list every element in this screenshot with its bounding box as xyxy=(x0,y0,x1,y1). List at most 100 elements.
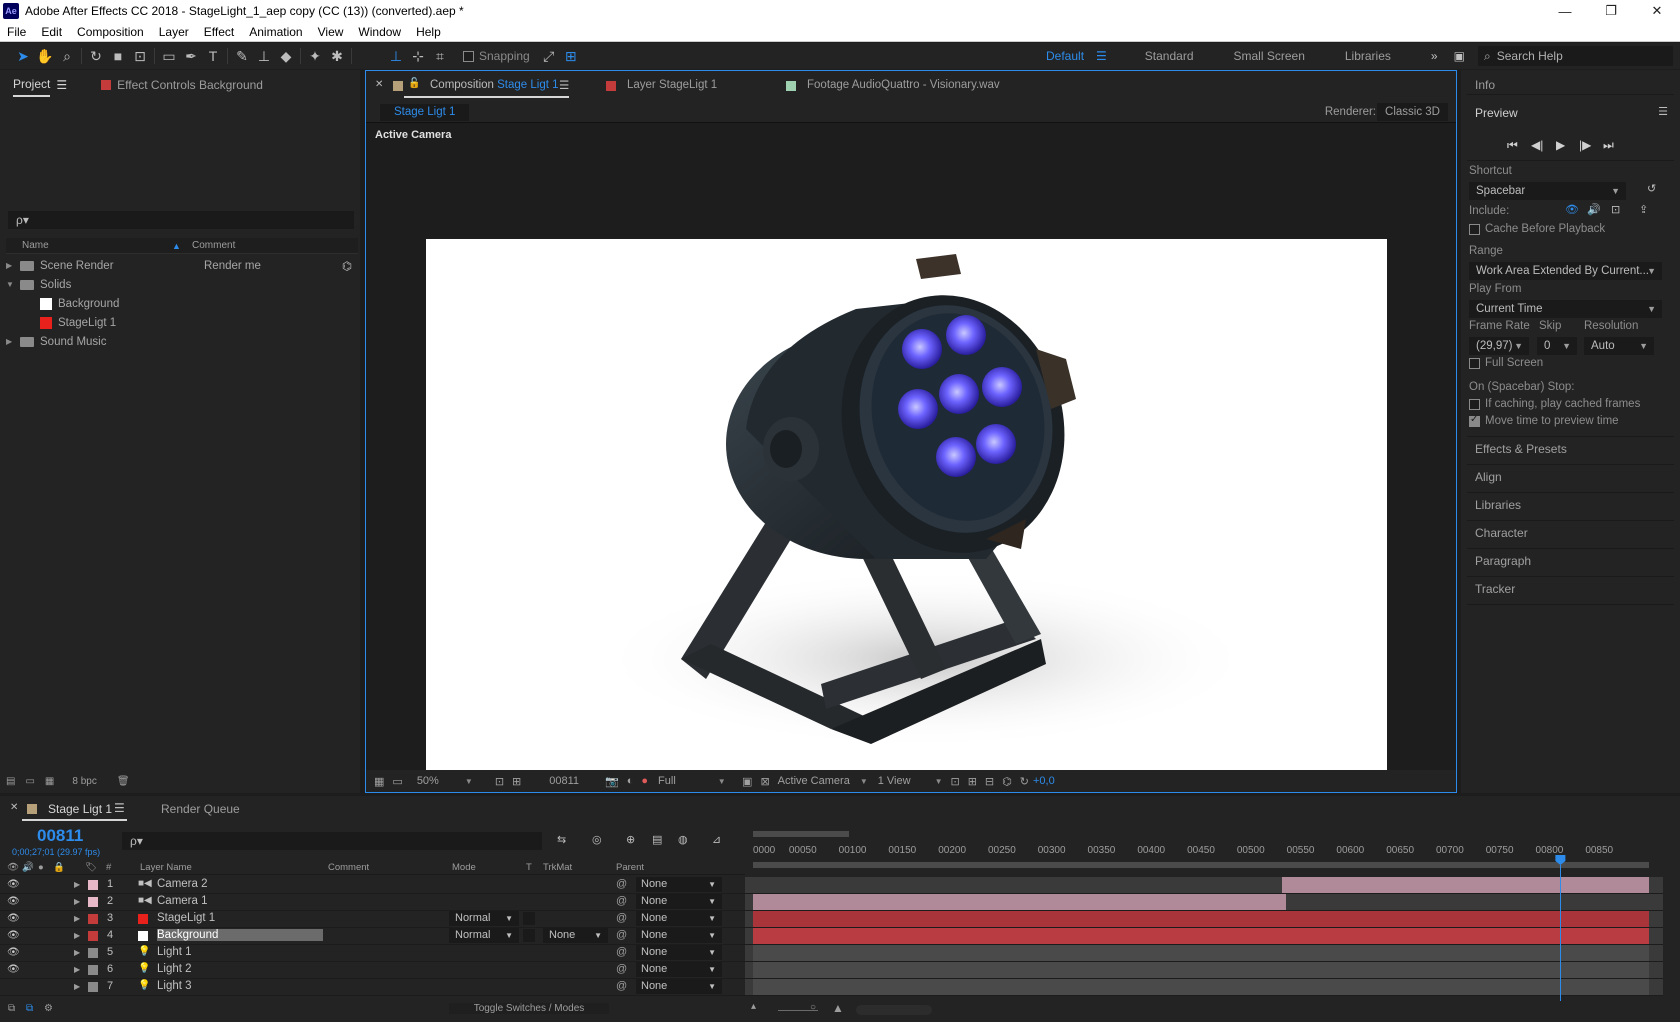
menu-help[interactable]: Help xyxy=(409,25,449,39)
project-item[interactable]: ▼ Solids xyxy=(0,275,360,294)
timeline-tab-menu-icon[interactable]: ☰ xyxy=(114,801,125,815)
render-queue-tab[interactable]: Render Queue xyxy=(161,802,240,816)
transfer-controls-toggle-icon[interactable]: ⧉ xyxy=(26,1003,33,1014)
expand-layer-arrow-icon[interactable]: ▶ xyxy=(74,914,80,923)
always-preview-icon[interactable]: ▦ xyxy=(374,775,384,788)
layer-label-color[interactable] xyxy=(88,982,98,992)
skip-dropdown[interactable]: 0 ▼ xyxy=(1537,337,1577,355)
reset-shortcut-icon[interactable]: ↺ xyxy=(1647,182,1656,195)
full-screen-checkbox[interactable]: Full Screen xyxy=(1469,357,1543,369)
tab-menu-icon[interactable]: ☰ xyxy=(559,78,569,92)
menu-edit[interactable]: Edit xyxy=(34,25,70,39)
lock-icon[interactable]: 🔓 xyxy=(408,78,420,89)
rotate-tool-icon[interactable]: ↻ xyxy=(85,45,107,67)
workspace-small-screen[interactable]: Small Screen xyxy=(1234,49,1305,63)
current-timecode[interactable]: 00811 xyxy=(37,826,83,846)
range-dropdown[interactable]: Work Area Extended By Current... ▼ xyxy=(1469,262,1662,280)
expand-layer-arrow-icon[interactable]: ▶ xyxy=(74,965,80,974)
time-navigator-bar[interactable] xyxy=(753,831,849,837)
layer-name[interactable]: Camera 1 xyxy=(157,895,208,907)
layer-label-color[interactable] xyxy=(88,948,98,958)
fast-previews-icon[interactable]: ⊞ xyxy=(968,775,977,788)
parent-dropdown[interactable]: None ▼ xyxy=(636,962,722,977)
timeline-layer-row[interactable]: 👁 ▶ 5 💡 Light 1 @ None ▼ xyxy=(0,945,745,962)
view-layout-dropdown[interactable]: 1 View ▼ xyxy=(878,775,943,787)
timeline-comp-tab[interactable]: Stage Ligt 1 xyxy=(48,802,112,816)
frame-rate-dropdown[interactable]: (29,97) ▼ xyxy=(1469,337,1529,355)
flowchart-icon[interactable]: ⌬ xyxy=(1002,775,1012,788)
world-axis-mode-icon[interactable]: ⊹ xyxy=(407,45,429,67)
project-item[interactable]: ▶ Sound Music xyxy=(0,332,360,351)
comment-column-header[interactable]: Comment xyxy=(192,240,235,251)
paragraph-panel[interactable]: Paragraph xyxy=(1475,554,1531,568)
full-screen-box[interactable] xyxy=(1469,357,1480,369)
menu-animation[interactable]: Animation xyxy=(242,25,310,39)
play-from-dropdown[interactable]: Current Time ▼ xyxy=(1469,300,1662,318)
expanded-arrow-icon[interactable]: ▼ xyxy=(6,280,16,289)
show-snapshot-icon[interactable]: ◐ xyxy=(627,775,634,787)
resolution-dropdown[interactable]: Full ▼ xyxy=(658,775,728,787)
layer-duration-bar[interactable] xyxy=(753,928,1649,944)
collapsed-arrow-icon[interactable]: ▶ xyxy=(6,337,16,346)
preserve-transparency-toggle[interactable] xyxy=(523,929,535,942)
layer-duration-bar[interactable] xyxy=(753,894,1287,910)
visibility-eye-icon[interactable]: 👁 xyxy=(7,879,20,890)
more-workspaces-icon[interactable]: » xyxy=(1431,49,1438,63)
zoom-out-icon[interactable]: ▴ xyxy=(751,1001,756,1012)
layer-name[interactable]: Light 2 xyxy=(157,963,192,975)
draft-3d-icon[interactable]: ◎ xyxy=(592,833,602,846)
layer-name-column-header[interactable]: Layer Name xyxy=(140,862,192,873)
preserve-transparency-toggle[interactable] xyxy=(523,912,535,925)
graph-editor-icon[interactable]: ⊿ xyxy=(712,833,721,846)
new-folder-icon[interactable]: ▭ xyxy=(25,776,34,787)
minimize-button[interactable]: — xyxy=(1542,0,1588,22)
eraser-tool-icon[interactable]: ◆ xyxy=(275,45,297,67)
snapshot-camera-icon[interactable]: 📷 xyxy=(605,775,619,788)
cache-before-playback-box[interactable] xyxy=(1469,223,1480,235)
effects-presets-panel[interactable]: Effects & Presets xyxy=(1475,442,1567,456)
trkmat-column-header[interactable]: TrkMat xyxy=(543,862,572,873)
toggle-switches-modes-button[interactable]: Toggle Switches / Modes xyxy=(449,1003,609,1014)
close-timeline-tab-icon[interactable]: ✕ xyxy=(10,802,18,813)
pick-whip-icon[interactable]: @ xyxy=(616,963,627,975)
parent-dropdown[interactable]: None ▼ xyxy=(636,911,722,926)
pick-whip-icon[interactable]: @ xyxy=(616,946,627,958)
expand-layer-arrow-icon[interactable]: ▶ xyxy=(74,948,80,957)
puppet-pin-tool-icon[interactable]: ✱ xyxy=(326,45,348,67)
layer-duration-bar[interactable] xyxy=(753,911,1649,927)
resolution-preview-dropdown[interactable]: Auto ▼ xyxy=(1584,337,1654,355)
zoom-slider-thumb[interactable]: ○ xyxy=(810,1002,816,1013)
previous-frame-icon[interactable]: ◀| xyxy=(1531,138,1543,152)
local-axis-mode-icon[interactable]: ⊥ xyxy=(385,45,407,67)
brush-tool-icon[interactable]: ✎ xyxy=(231,45,253,67)
layer-duration-bar[interactable] xyxy=(753,962,1649,978)
comp-mini-flowchart-icon[interactable]: ⇆ xyxy=(557,833,566,846)
project-tab[interactable]: Project xyxy=(13,77,51,97)
toggle-pixel-aspect-icon[interactable]: ⊡ xyxy=(950,775,959,788)
project-item[interactable]: StageLigt 1 xyxy=(0,313,360,332)
timeline-layer-row[interactable]: 👁 ▶ 3 StageLigt 1 Normal ▼ @ None ▼ xyxy=(0,911,745,928)
rectangle-tool-icon[interactable]: ▭ xyxy=(158,45,180,67)
play-icon[interactable]: ▶ xyxy=(1556,138,1565,152)
move-time-box[interactable] xyxy=(1469,414,1480,427)
timeline-layer-row[interactable]: 👁 ▶ 6 💡 Light 2 @ None ▼ xyxy=(0,962,745,979)
zoom-tool-icon[interactable]: ⌕ xyxy=(56,45,78,67)
export-icon[interactable]: ⇪ xyxy=(1639,203,1648,216)
parent-dropdown[interactable]: None ▼ xyxy=(636,928,722,943)
monitor-icon[interactable]: ▭ xyxy=(392,775,402,788)
zoom-dropdown[interactable]: 50% ▼ xyxy=(417,775,487,787)
visibility-eye-icon[interactable]: 👁 xyxy=(7,947,20,958)
footage-tab[interactable]: Footage AudioQuattro - Visionary.wav xyxy=(807,79,1000,91)
new-composition-icon[interactable]: ▦ xyxy=(45,776,54,787)
move-time-checkbox[interactable]: Move time to preview time xyxy=(1469,414,1619,427)
close-tab-icon[interactable]: ✕ xyxy=(375,79,383,90)
snap-features-icon[interactable]: ⊞ xyxy=(560,45,582,67)
workspace-menu-icon[interactable]: ☰ xyxy=(1096,49,1107,63)
menu-file[interactable]: File xyxy=(0,25,34,39)
project-item[interactable]: ▶ Scene Render Render me ⌬ xyxy=(0,256,360,275)
snapping-toggle[interactable]: Snapping xyxy=(463,49,530,63)
cache-before-playback-checkbox[interactable]: Cache Before Playback xyxy=(1469,223,1605,235)
parent-dropdown[interactable]: None ▼ xyxy=(636,877,722,892)
composition-viewer-canvas[interactable] xyxy=(426,239,1387,770)
timeline-layer-row[interactable]: 👁 ▶ 2 ■◀ Camera 1 @ None ▼ xyxy=(0,894,745,911)
